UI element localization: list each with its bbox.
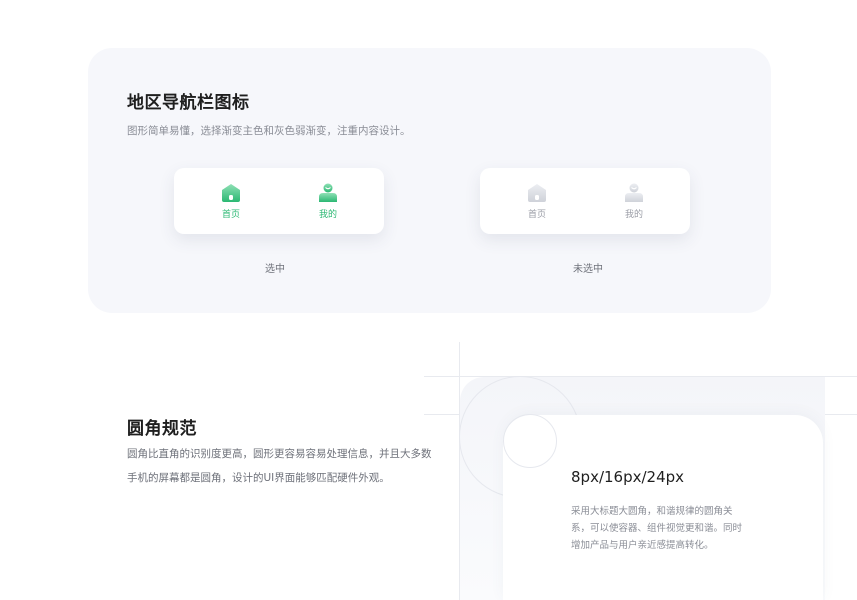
nav-label-mine: 我的 — [624, 210, 643, 220]
nav-item-mine-selected[interactable]: 我的 — [308, 182, 348, 220]
radius-guide-circle-small — [503, 414, 557, 468]
nav-label-home: 首页 — [221, 210, 240, 220]
user-icon — [319, 183, 337, 202]
radius-section-title: 圆角规范 — [127, 419, 197, 439]
nav-section-subtitle: 图形简单易懂，选择渐变主色和灰色弱渐变，注重内容设计。 — [127, 125, 411, 137]
nav-card-selected: 首页 我的 — [174, 168, 384, 234]
radius-spec-description: 采用大标题大圆角，和谐规律的圆角关系，可以使容器、组件视觉更和谐。同时增加产品与… — [571, 506, 743, 551]
nav-card-unselected: 首页 我的 — [480, 168, 690, 234]
radius-spec-title: 8px/16px/24px — [571, 468, 685, 486]
nav-item-home-selected[interactable]: 首页 — [211, 182, 251, 220]
nav-item-mine-unselected[interactable]: 我的 — [614, 182, 654, 220]
radius-body-line-2: 手机的屏幕都是圆角，设计的UI界面能够匹配硬件外观。 — [127, 472, 390, 484]
radius-body-line-1: 圆角比直角的识别度更高，圆形更容易容易处理信息，并且大多数 — [127, 448, 432, 460]
nav-label-mine: 我的 — [318, 210, 337, 220]
home-icon — [528, 184, 546, 202]
unselected-caption: 未选中 — [573, 264, 603, 275]
nav-section-title: 地区导航栏图标 — [127, 93, 250, 113]
nav-label-home: 首页 — [527, 210, 546, 220]
user-icon — [625, 183, 643, 202]
selected-caption: 选中 — [265, 264, 285, 275]
nav-item-home-unselected[interactable]: 首页 — [517, 182, 557, 220]
home-icon — [222, 184, 240, 202]
